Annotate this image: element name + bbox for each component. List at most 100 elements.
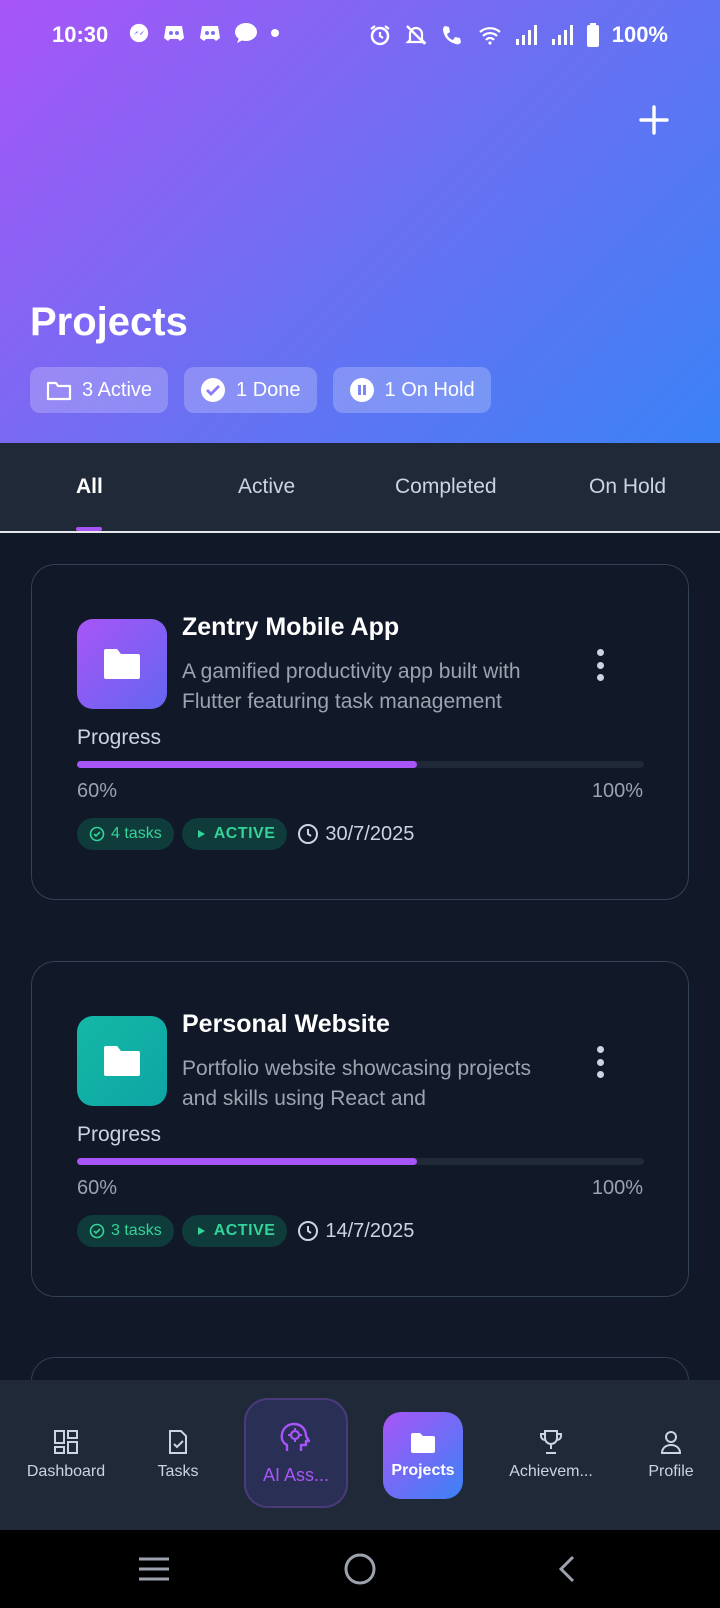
nav-achievements[interactable]: Achievem...	[500, 1380, 602, 1530]
pause-circle-icon	[349, 378, 374, 402]
due-date: 14/7/2025	[297, 1220, 414, 1243]
due-date: 30/7/2025	[297, 823, 414, 846]
signal-icon	[515, 25, 537, 45]
back-icon	[558, 1555, 575, 1583]
wifi-icon	[478, 27, 501, 45]
back-button[interactable]	[526, 1530, 606, 1608]
nav-tasks[interactable]: Tasks	[142, 1380, 214, 1530]
progress-bar	[77, 1158, 644, 1165]
progress-label: Progress	[77, 1123, 162, 1146]
dot-icon	[596, 1071, 604, 1078]
status-bar: 10:30 100%	[0, 0, 720, 70]
active-count-chip: 3 Active	[30, 367, 169, 413]
done-count-chip: 1 Done	[184, 367, 317, 413]
project-meta: 3 tasks ACTIVE 14/7/2025	[77, 1215, 414, 1247]
status-badge: ACTIVE	[181, 1215, 288, 1247]
clock-icon	[298, 824, 319, 844]
page-title: Projects	[30, 300, 188, 344]
progress-bar	[77, 761, 644, 768]
nav-dashboard[interactable]: Dashboard	[20, 1380, 112, 1530]
nav-label: Profile	[648, 1463, 694, 1480]
discord-icon	[164, 26, 184, 41]
nav-profile[interactable]: Profile	[636, 1380, 706, 1530]
discord-icon	[200, 26, 220, 41]
progress-max: 100%	[591, 780, 643, 802]
on-hold-count-chip: 1 On Hold	[332, 367, 491, 413]
person-icon	[660, 1431, 682, 1454]
status-time: 10:30	[52, 22, 109, 47]
tab-on-hold[interactable]: On Hold	[589, 443, 666, 531]
dashboard-icon	[54, 1430, 78, 1454]
alarm-icon	[370, 25, 390, 46]
play-icon	[197, 830, 205, 838]
dot-icon	[271, 29, 279, 37]
add-project-button[interactable]	[632, 98, 676, 142]
nav-label: Dashboard	[26, 1463, 106, 1480]
status-text: ACTIVE	[213, 1222, 276, 1239]
due-date-text: 30/7/2025	[325, 822, 415, 845]
folder-icon	[411, 1432, 435, 1453]
chip-label: 1 On Hold	[384, 378, 475, 401]
check-circle-icon	[201, 378, 226, 402]
battery-icon	[586, 23, 599, 47]
chip-label: 3 Active	[82, 378, 153, 401]
folder-icon	[46, 381, 72, 401]
status-badge: ACTIVE	[181, 818, 288, 850]
wifi-calling-icon	[442, 26, 461, 45]
nav-label: Projects	[391, 1461, 455, 1479]
header: 10:30 100% Projects 3 Active 1 Done 1 On…	[0, 0, 720, 443]
progress-fill	[77, 761, 418, 768]
folder-icon	[104, 649, 140, 679]
project-description: A gamified productivity app built with F…	[182, 660, 521, 713]
progress-value: 60%	[77, 1177, 118, 1199]
project-icon	[77, 619, 167, 709]
project-meta: 4 tasks ACTIVE 30/7/2025	[77, 818, 414, 850]
check-circle-icon	[89, 826, 105, 842]
system-navigation-bar	[0, 1530, 720, 1608]
messenger-icon	[129, 23, 149, 43]
status-text: ACTIVE	[213, 825, 276, 842]
chip-label: 1 Done	[236, 378, 301, 401]
nav-projects[interactable]: Projects	[383, 1412, 463, 1499]
project-icon	[77, 1016, 167, 1106]
chat-icon	[235, 23, 257, 43]
bottom-navigation: Dashboard Tasks AI Ass... Projects Achie…	[0, 1380, 720, 1530]
check-circle-icon	[89, 1223, 105, 1239]
more-options-button[interactable]	[590, 647, 610, 683]
task-count-badge: 4 tasks	[77, 818, 174, 850]
progress-fill	[77, 1158, 418, 1165]
dot-icon	[596, 661, 604, 669]
recent-apps-button[interactable]	[114, 1530, 194, 1608]
tab-all[interactable]: All	[76, 443, 103, 531]
progress-max: 100%	[591, 1177, 643, 1199]
menu-icon	[139, 1557, 169, 1581]
plus-icon	[639, 105, 669, 135]
task-count: 3 tasks	[111, 1222, 162, 1239]
project-card[interactable]: Zentry Mobile App A gamified productivit…	[31, 564, 689, 900]
ai-brain-icon	[280, 1422, 311, 1451]
home-button[interactable]	[320, 1530, 400, 1608]
task-check-icon	[169, 1430, 187, 1454]
stat-chips: 3 Active 1 Done 1 On Hold	[30, 367, 491, 413]
dot-icon	[596, 674, 604, 681]
nav-label: AI Ass...	[262, 1464, 330, 1485]
progress-value: 60%	[77, 780, 118, 802]
nav-label: Tasks	[157, 1463, 199, 1480]
dot-icon	[596, 649, 604, 656]
home-circle-icon	[344, 1553, 376, 1585]
task-count-badge: 3 tasks	[77, 1215, 174, 1247]
task-count: 4 tasks	[111, 825, 162, 842]
notification-icons	[128, 22, 280, 44]
more-options-button[interactable]	[590, 1044, 610, 1080]
dot-icon	[596, 1058, 604, 1066]
project-card[interactable]: Personal Website Portfolio website showc…	[31, 961, 689, 1297]
battery-percent: 100%	[611, 22, 668, 47]
progress-label: Progress	[77, 726, 162, 749]
mute-icon	[405, 25, 427, 45]
tab-active[interactable]: Active	[238, 443, 295, 531]
nav-ai-assistant[interactable]: AI Ass...	[244, 1398, 348, 1508]
clock-icon	[298, 1221, 319, 1241]
nav-label: Achievem...	[509, 1463, 593, 1480]
due-date-text: 14/7/2025	[325, 1219, 415, 1242]
tab-completed[interactable]: Completed	[395, 443, 497, 531]
